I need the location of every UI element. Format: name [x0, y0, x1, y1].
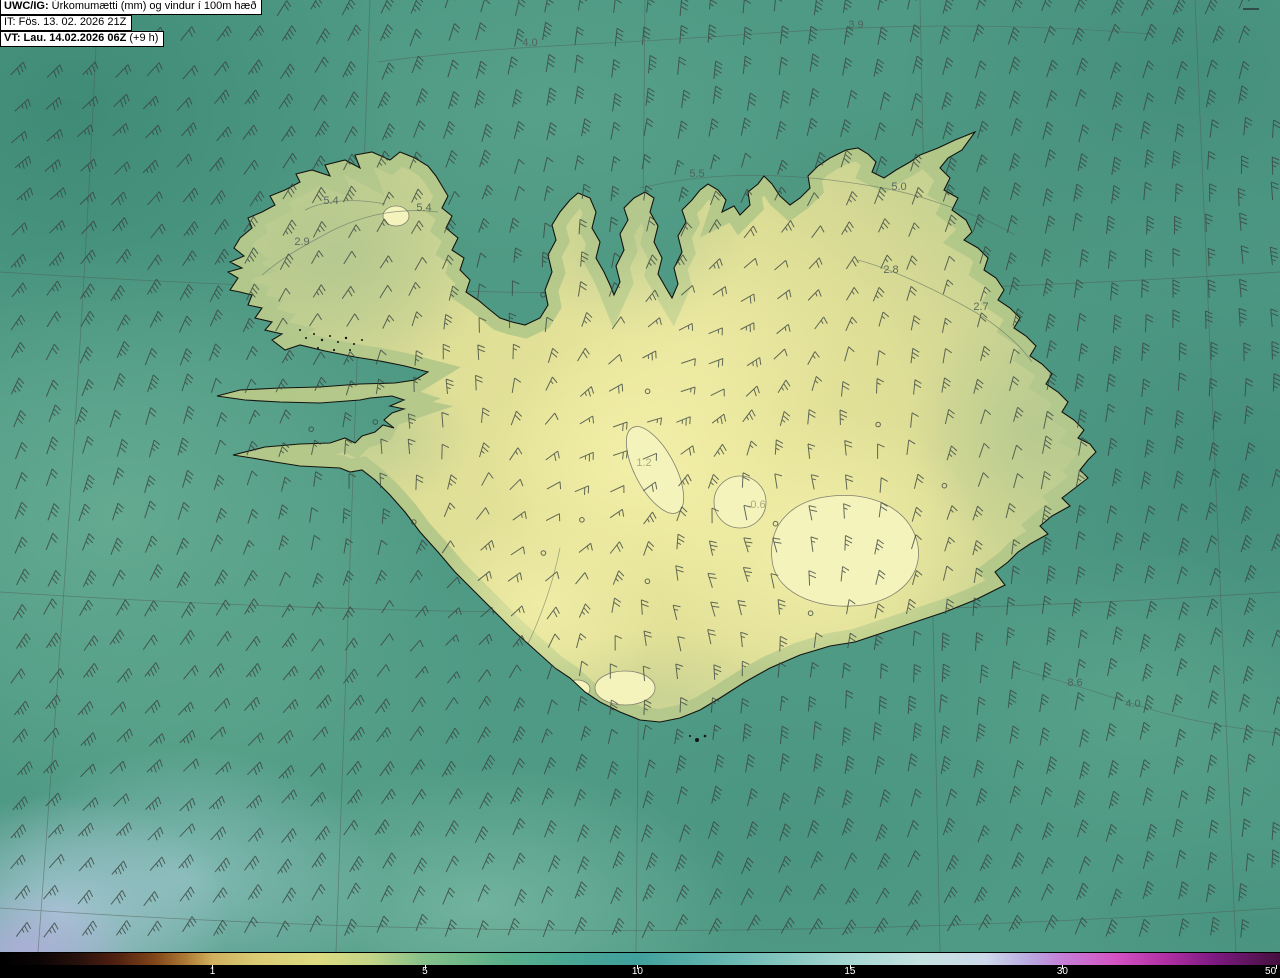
- colorbar-tickmark: [1276, 965, 1278, 969]
- init-time: IT: Fös. 13. 02. 2026 21Z: [4, 16, 127, 28]
- forecast-offset: (+9 h): [126, 32, 159, 44]
- contour-label: 3.9: [848, 19, 863, 31]
- product-title: Úrkomumætti (mm) og vindur í 100m hæð: [48, 0, 257, 12]
- contour-label: 0.6: [750, 499, 765, 511]
- colorbar: 1 5 10 15 30 50: [0, 952, 1280, 978]
- contour-label: 5.5: [689, 168, 704, 180]
- contour-label: 2.7: [973, 301, 988, 313]
- valid-time: VT: Lau. 14.02.2026 06Z: [4, 32, 127, 44]
- colorbar-tick-label: 5: [422, 966, 428, 977]
- colorbar-ticks: 1 5 10 15 30 50: [0, 965, 1280, 978]
- weather-map-page: 4.0 3.9 5.5 5.0 5.4 5.4 2.9 2.8 2.7 1.2 0.6 8.6 4.0 …: [0, 0, 1280, 978]
- contour-label: 8.6: [1067, 677, 1082, 689]
- contour-label: 2.9: [294, 236, 309, 248]
- colorbar-tick-label: 50: [1265, 966, 1277, 977]
- glacier-myrdalsjokull: [594, 670, 656, 706]
- weather-map: 4.0 3.9 5.5 5.0 5.4 5.4 2.9 2.8 2.7 1.2 0.6 8.6 4.0: [0, 0, 1280, 978]
- contour-label: 2.8: [883, 264, 898, 276]
- colorbar-tick-label: 1: [209, 966, 216, 977]
- model-name: UWC/IG:: [4, 0, 49, 12]
- contour-label: 4.0: [1125, 698, 1140, 710]
- init-time-row: IT: Fös. 13. 02. 2026 21Z: [0, 15, 133, 31]
- glacier-vatnajokull: [771, 495, 919, 607]
- contour-label: 4.0: [522, 37, 537, 49]
- colorbar-tick-label: 30: [1056, 966, 1068, 977]
- contour-label: 5.4: [416, 202, 431, 214]
- contour-label: 1.2: [636, 457, 651, 469]
- product-title-row: UWC/IG: Úrkomumætti (mm) og vindur í 100…: [0, 0, 263, 15]
- colorbar-tick-label: 10: [631, 966, 643, 977]
- contour-label: 5.0: [891, 181, 906, 193]
- title-box: UWC/IG: Úrkomumætti (mm) og vindur í 100…: [0, 0, 263, 48]
- contour-label: 5.4: [323, 195, 338, 207]
- colorbar-tick-label: 15: [844, 966, 856, 977]
- valid-time-row: VT: Lau. 14.02.2026 06Z (+9 h): [0, 31, 165, 47]
